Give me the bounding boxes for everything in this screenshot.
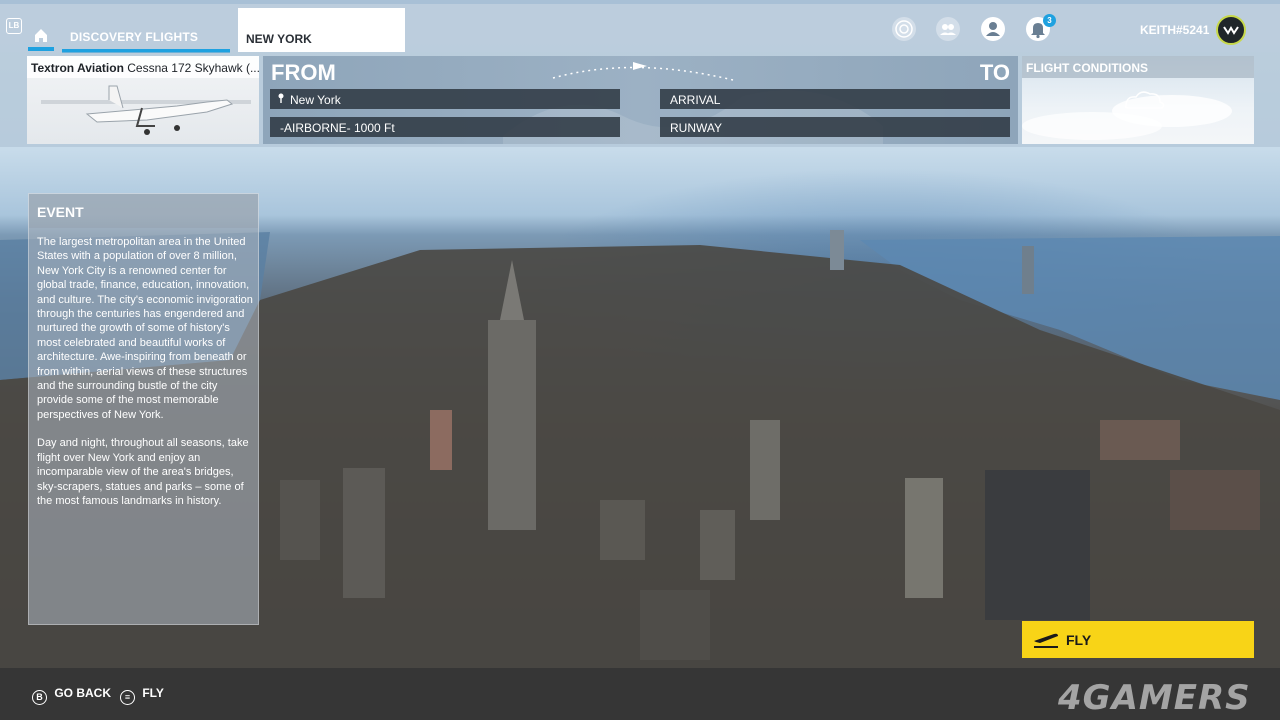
- route-panel: FROM TO New York -AIRBORNE- 1000 Ft ARRI…: [263, 56, 1018, 144]
- activity-feed-button[interactable]: [892, 17, 916, 41]
- home-button[interactable]: [28, 22, 54, 51]
- fly-button-label: FLY: [1066, 632, 1092, 648]
- arrival-location-field[interactable]: ARRIVAL: [660, 89, 1010, 109]
- fly-button[interactable]: FLY: [1022, 621, 1254, 658]
- tab-discovery-flights[interactable]: DISCOVERY FLIGHTS: [62, 22, 230, 53]
- watermark-logo: 4GAMERS: [1058, 678, 1251, 718]
- menu-button-icon: ≡: [120, 690, 135, 705]
- departure-altitude-field[interactable]: -AIRBORNE- 1000 Ft: [270, 117, 620, 137]
- b-button-icon: B: [32, 690, 47, 705]
- departure-location-value: New York: [290, 93, 341, 107]
- arrival-location-value: ARRIVAL: [670, 93, 721, 107]
- fly-hint-label: FLY: [142, 686, 164, 700]
- go-back-label: GO BACK: [54, 686, 112, 700]
- top-navigation-bar: LB DISCOVERY FLIGHTS NEW YORK 3 KEITH#52…: [0, 0, 1280, 53]
- tab-discovery-flights-label: DISCOVERY FLIGHTS: [70, 30, 199, 44]
- cessna-aircraft-icon: [41, 85, 251, 135]
- notification-count-badge: 3: [1043, 14, 1056, 27]
- tab-new-york-label: NEW YORK: [246, 32, 312, 46]
- lb-shoulder-button-icon: LB: [6, 18, 22, 34]
- departure-altitude-value: -AIRBORNE- 1000 Ft: [280, 121, 395, 135]
- arrival-runway-field[interactable]: RUNWAY: [660, 117, 1010, 137]
- notifications-button[interactable]: 3: [1026, 14, 1056, 41]
- from-label: FROM: [271, 60, 336, 85]
- radar-icon: [895, 20, 913, 38]
- wing-emblem-icon: [1223, 26, 1239, 35]
- friends-button[interactable]: [936, 17, 960, 41]
- location-pin-icon: [278, 93, 284, 103]
- flight-conditions-card[interactable]: FLIGHT CONDITIONS: [1022, 56, 1254, 144]
- event-description: The largest metropolitan area in the Uni…: [37, 235, 255, 522]
- cloud-icon: [1022, 91, 1232, 140]
- tab-new-york[interactable]: NEW YORK: [238, 8, 405, 52]
- username-label: KEITH#5241: [1140, 23, 1210, 37]
- event-paragraph-1: The largest metropolitan area in the Uni…: [37, 236, 253, 421]
- avatar[interactable]: [1216, 15, 1246, 45]
- to-label: TO: [979, 60, 1010, 85]
- event-panel: EVENT The largest metropolitan area in t…: [28, 193, 259, 625]
- home-tab-underline: [28, 47, 54, 51]
- user-icon: [986, 22, 1000, 36]
- profile-button[interactable]: [981, 17, 1005, 41]
- aircraft-selector-card[interactable]: Textron Aviation Cessna 172 Skyhawk (...: [27, 56, 259, 144]
- friends-icon: [940, 24, 956, 35]
- departure-location-field[interactable]: New York: [270, 89, 620, 109]
- event-paragraph-2: Day and night, throughout all seasons, t…: [37, 437, 249, 507]
- go-back-hint[interactable]: B GO BACK: [32, 686, 111, 705]
- event-title: EVENT: [29, 194, 258, 228]
- fly-hint[interactable]: ≡ FLY: [120, 686, 164, 705]
- arrival-runway-value: RUNWAY: [670, 121, 722, 135]
- home-icon: [35, 29, 47, 42]
- plane-takeoff-icon: [1034, 633, 1058, 648]
